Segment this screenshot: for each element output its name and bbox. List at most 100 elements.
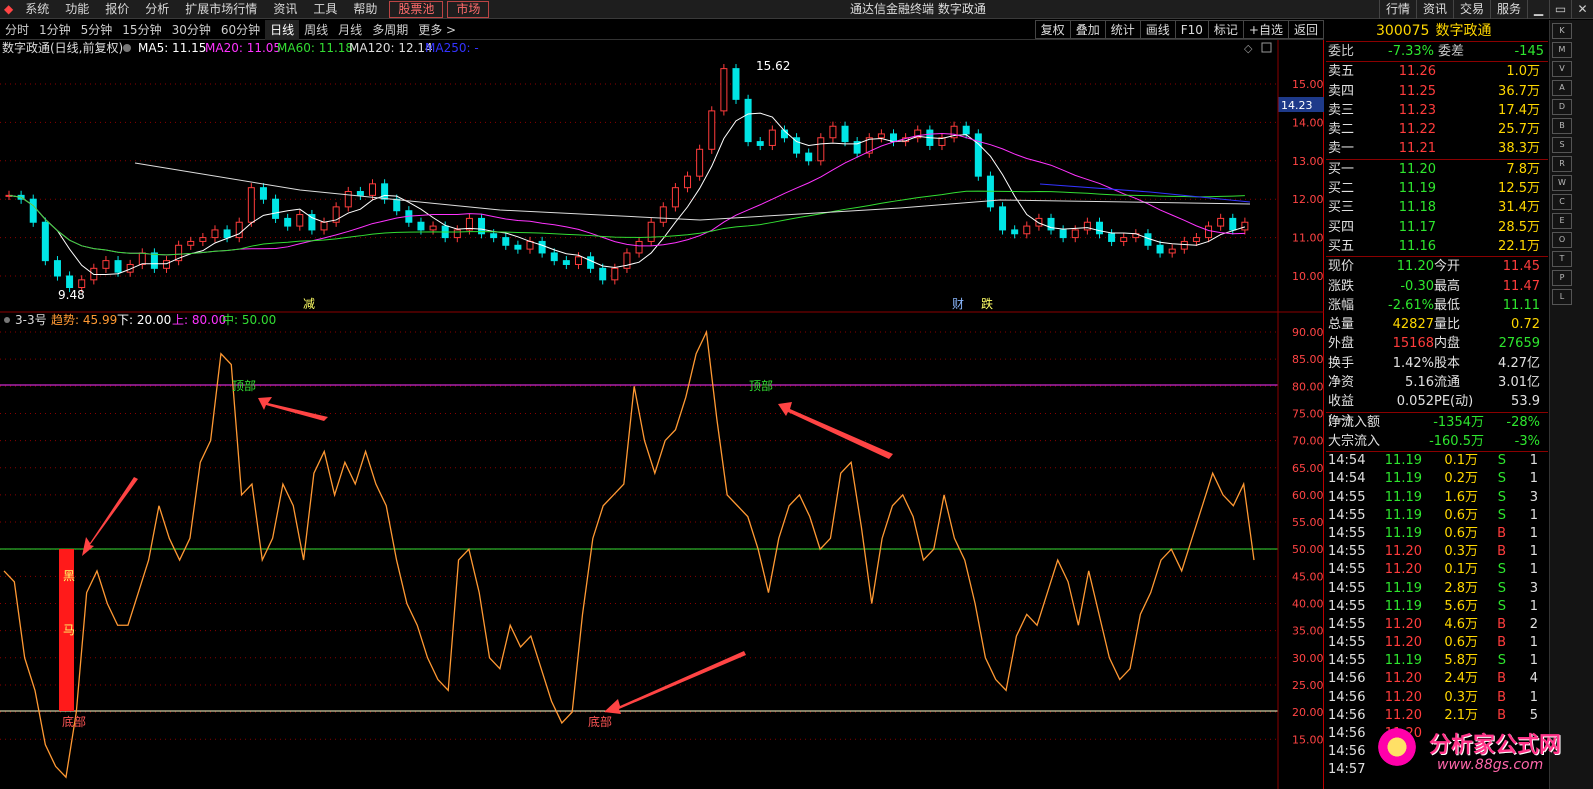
draw-line-button[interactable]: 画线 — [1139, 20, 1176, 39]
stock-name[interactable]: 数字政通 — [1435, 20, 1491, 41]
candle-body — [756, 141, 764, 146]
news-tab[interactable]: 资讯 — [1415, 0, 1453, 19]
ask-row[interactable]: 卖四 11.25 36.7万 — [1326, 82, 1548, 101]
chart-area[interactable]: 数字政通(日线,前复权) MA5: 11.15 MA20: 11.05 MA60… — [0, 40, 1324, 789]
menu-analysis[interactable]: 分析 — [137, 0, 177, 19]
quote-tab[interactable]: 行情 — [1378, 0, 1416, 19]
candle-body — [1168, 248, 1176, 254]
tick-row[interactable]: 14:54 11.19 0.2万 S 1 — [1326, 470, 1548, 488]
list-icon[interactable]: L — [1552, 289, 1572, 305]
menu-help[interactable]: 帮助 — [345, 0, 385, 19]
bid-row[interactable]: 买一 11.20 7.8万 — [1326, 160, 1548, 179]
ask-row[interactable]: 卖五 11.26 1.0万 — [1326, 62, 1548, 81]
stat-row[interactable]: 外盘 15168 内盘 27659 — [1326, 334, 1548, 353]
adjust-button[interactable]: 复权 — [1034, 20, 1071, 39]
add-favorite-button[interactable]: +自选 — [1242, 20, 1289, 39]
tick-row[interactable]: 14:55 11.19 1.6万 S 3 — [1326, 489, 1548, 507]
app-logo-icon[interactable]: ◆ — [0, 0, 17, 19]
kline-icon[interactable]: K — [1552, 23, 1572, 39]
period-intraday[interactable]: 分时 — [0, 20, 34, 40]
stat-row[interactable]: 现价 11.20 今开 11.45 — [1326, 257, 1548, 276]
tick-row[interactable]: 14:56 11.20 0.3万 B 1 — [1326, 689, 1548, 707]
ask-row[interactable]: 卖二 11.22 25.7万 — [1326, 120, 1548, 139]
bid-row[interactable]: 买三 11.18 31.4万 — [1326, 198, 1548, 217]
stat-row[interactable]: 收益(一) 0.052 PE(动) 53.9 — [1326, 392, 1548, 428]
sar-icon[interactable]: S — [1552, 137, 1572, 153]
back-button[interactable]: 返回 — [1287, 20, 1324, 39]
stat-row[interactable]: 涨幅 -2.61% 最低 11.11 — [1326, 296, 1548, 315]
tick-row[interactable]: 14:54 11.19 0.1万 S 1 — [1326, 452, 1548, 470]
period-more[interactable]: 更多 > — [413, 20, 461, 40]
menu-tools[interactable]: 工具 — [305, 0, 345, 19]
close-icon[interactable]: ✕ — [1571, 0, 1593, 19]
volume-icon[interactable]: V — [1552, 61, 1572, 77]
period-1min[interactable]: 1分钟 — [34, 20, 76, 40]
expma-icon[interactable]: E — [1552, 213, 1572, 229]
menu-system[interactable]: 系统 — [17, 0, 57, 19]
rsi-icon[interactable]: R — [1552, 156, 1572, 172]
tick-row[interactable]: 14:56 11.20 2.4万 B 4 — [1326, 670, 1548, 688]
stat-row[interactable]: 涨跌 -0.30 最高 11.47 — [1326, 277, 1548, 296]
bid-row[interactable]: 买五 11.16 22.1万 — [1326, 237, 1548, 256]
tick-row[interactable]: 14:55 11.19 0.6万 S 1 — [1326, 507, 1548, 525]
bid-label: 买三 — [1328, 200, 1355, 216]
cci-icon[interactable]: C — [1552, 194, 1572, 210]
period-5min[interactable]: 5分钟 — [76, 20, 118, 40]
ask-row[interactable]: 卖三 11.23 17.4万 — [1326, 101, 1548, 120]
stat-row[interactable]: 净资 5.16 流通 3.01亿 — [1326, 373, 1548, 392]
tick-row[interactable]: 14:55 11.20 0.6万 B 1 — [1326, 634, 1548, 652]
market-button[interactable]: 市场 — [447, 0, 490, 18]
tick-row[interactable]: 14:55 11.19 5.6万 S 1 — [1326, 598, 1548, 616]
period-monthly[interactable]: 月线 — [333, 20, 367, 40]
period-30min[interactable]: 30分钟 — [167, 20, 216, 40]
trix-icon[interactable]: T — [1552, 251, 1572, 267]
boll-icon[interactable]: B — [1552, 118, 1572, 134]
dmi-icon[interactable]: D — [1552, 99, 1572, 115]
psy-icon[interactable]: P — [1552, 270, 1572, 286]
service-tab[interactable]: 服务 — [1489, 0, 1527, 19]
price-tick-label: 13.00 — [1292, 155, 1324, 168]
maximize-icon[interactable]: ▭ — [1549, 0, 1571, 19]
flow-row[interactable]: 净流入额 -1354万 -28% — [1326, 413, 1548, 432]
trade-tab[interactable]: 交易 — [1452, 0, 1490, 19]
bid-row[interactable]: 买二 11.19 12.5万 — [1326, 179, 1548, 198]
tick-volume: 1.6万 — [1444, 489, 1478, 505]
period-daily[interactable]: 日线 — [265, 19, 300, 40]
candle-body — [684, 175, 692, 189]
tick-row[interactable]: 14:55 11.20 0.3万 B 1 — [1326, 543, 1548, 561]
flow-row[interactable]: 大宗流入 -160.5万 -3% — [1326, 432, 1548, 451]
stat-row[interactable]: 总量 42827 量比 0.72 — [1326, 315, 1548, 334]
period-60min[interactable]: 60分钟 — [216, 20, 265, 40]
wr-icon[interactable]: W — [1552, 175, 1572, 191]
period-multi[interactable]: 多周期 — [367, 20, 413, 40]
panel-maximize-icon[interactable] — [1261, 42, 1272, 53]
stat-row[interactable]: 换手 1.42% 股本 4.27亿 — [1326, 354, 1548, 373]
menu-function[interactable]: 功能 — [57, 0, 97, 19]
period-15min[interactable]: 15分钟 — [117, 20, 166, 40]
tick-row[interactable]: 14:55 11.20 4.6万 B 2 — [1326, 616, 1548, 634]
settings-icon[interactable] — [123, 44, 131, 52]
tick-row[interactable]: 14:55 11.19 0.6万 B 1 — [1326, 525, 1548, 543]
chart-canvas[interactable]: 数字政通(日线,前复权) MA5: 11.15 MA20: 11.05 MA60… — [0, 40, 1324, 789]
menu-news[interactable]: 资讯 — [265, 0, 305, 19]
statistics-button[interactable]: 统计 — [1104, 20, 1141, 39]
minimize-icon[interactable]: ▁ — [1527, 0, 1549, 19]
menu-quote[interactable]: 报价 — [97, 0, 137, 19]
overlay-button[interactable]: 叠加 — [1069, 20, 1106, 39]
stock-pool-button[interactable]: 股票池 — [389, 0, 444, 18]
ma-icon[interactable]: M — [1552, 42, 1572, 58]
obv-icon[interactable]: O — [1552, 232, 1572, 248]
amount-icon[interactable]: A — [1552, 80, 1572, 96]
tick-row[interactable]: 14:55 11.19 2.8万 S 3 — [1326, 580, 1548, 598]
mark-button[interactable]: 标记 — [1207, 20, 1244, 39]
menu-extended-market[interactable]: 扩展市场行情 — [177, 0, 265, 19]
bid-row[interactable]: 买四 11.17 28.5万 — [1326, 218, 1548, 237]
panel-diamond-icon[interactable]: ◇ — [1244, 42, 1253, 55]
period-weekly[interactable]: 周线 — [299, 20, 333, 40]
ask-row[interactable]: 卖一 11.21 38.3万 — [1326, 139, 1548, 158]
tick-row[interactable]: 14:55 11.19 5.8万 S 1 — [1326, 652, 1548, 670]
tick-row[interactable]: 14:55 11.20 0.1万 S 1 — [1326, 561, 1548, 579]
candle-body — [429, 225, 437, 231]
f10-button[interactable]: F10 — [1174, 20, 1209, 39]
indicator-settings-icon[interactable] — [4, 317, 10, 323]
